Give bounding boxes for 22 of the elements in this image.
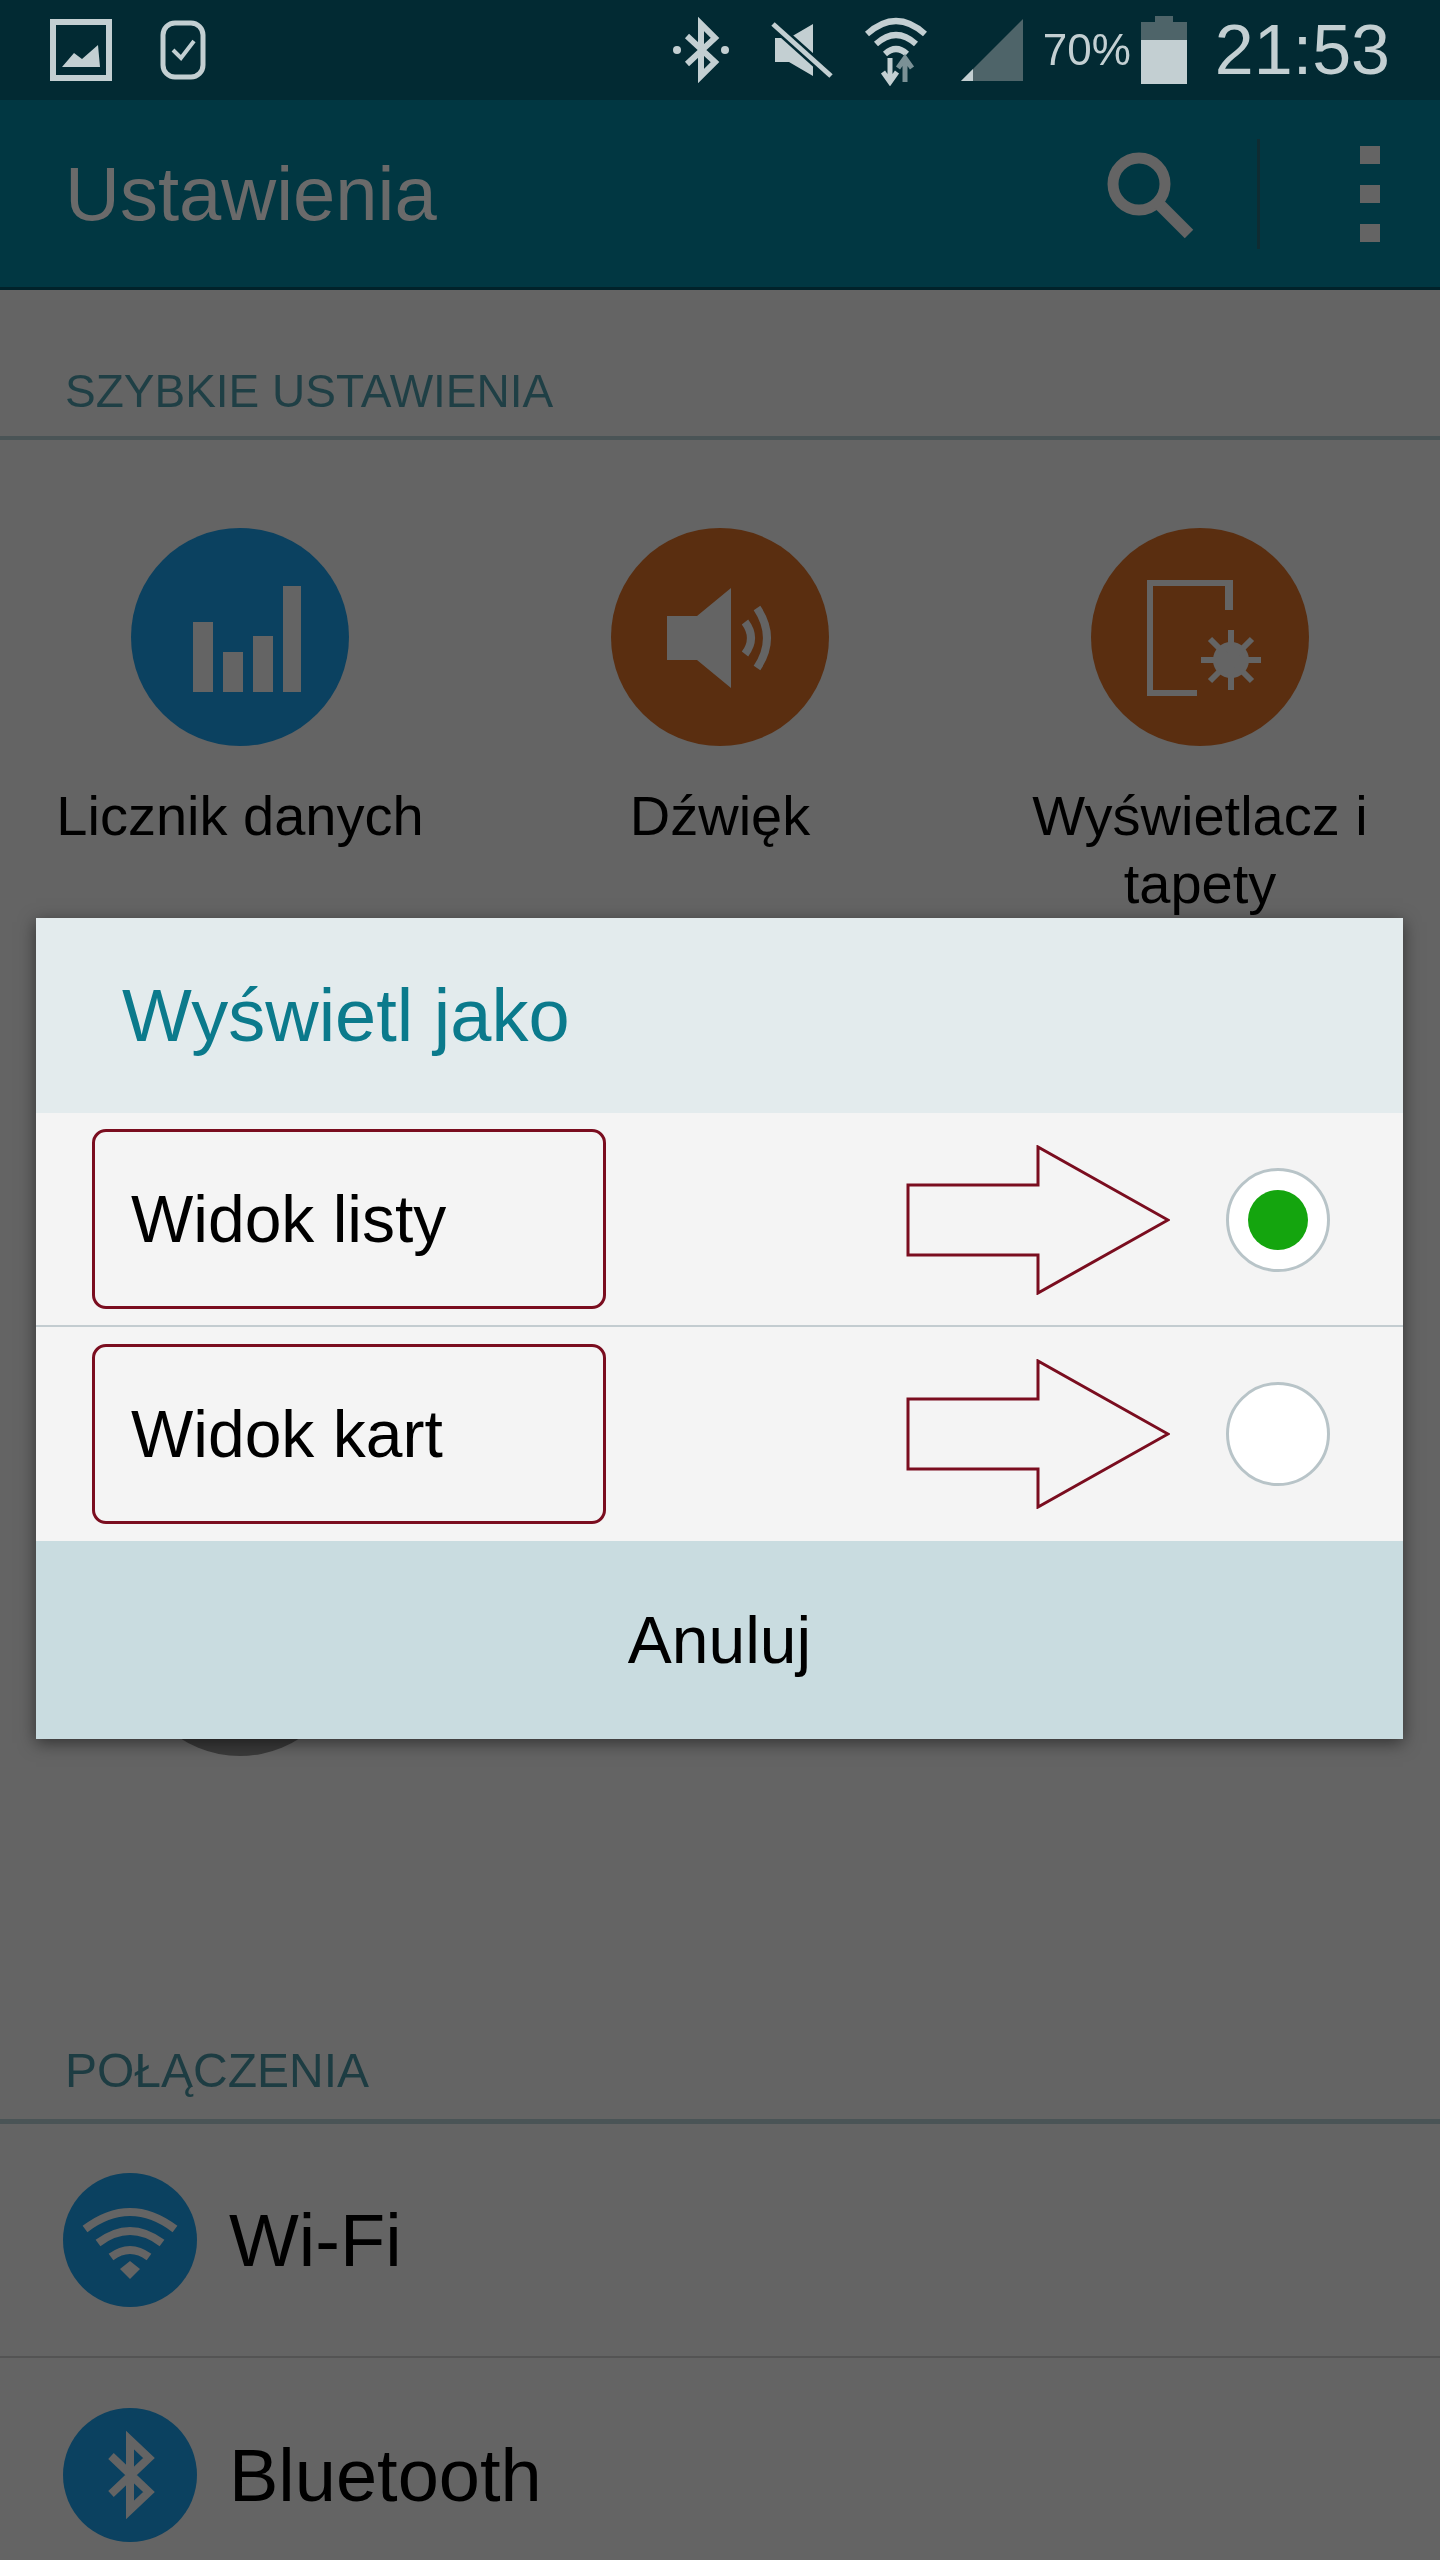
settings-list-item[interactable]: Bluetooth [0,2358,1440,2560]
wifi-icon [63,2173,197,2307]
app-title: Ustawienia [65,149,437,238]
battery-icon [1140,16,1187,84]
overflow-menu-icon[interactable] [1360,145,1380,242]
clock: 21:53 [1214,15,1390,85]
highlighted-label: Widok kart [92,1344,606,1524]
mute-icon [768,20,835,80]
quick-setting-label: Dźwięk [629,783,811,849]
dialog-title: Wyświetl jako [122,973,570,1059]
settings-list-item[interactable]: Wi-Fi [0,2124,1440,2358]
quick-setting-label: Wyświetlacz i tapety [1031,783,1369,917]
battery-percent: 70% [1042,28,1131,72]
cancel-button[interactable]: Anuluj [36,1541,1403,1739]
quick-setting-label: Licznik danych [56,783,424,849]
bluetooth-icon [63,2408,197,2542]
radio-option[interactable]: Widok kart [36,1327,1403,1541]
section-header: SZYBKIE USTAWIENIA [65,364,554,419]
picture-icon [50,19,112,81]
highlighted-label: Widok listy [92,1129,606,1309]
section-header: POŁĄCZENIA [65,2043,370,2099]
radio-option[interactable]: Widok listy [36,1113,1403,1327]
